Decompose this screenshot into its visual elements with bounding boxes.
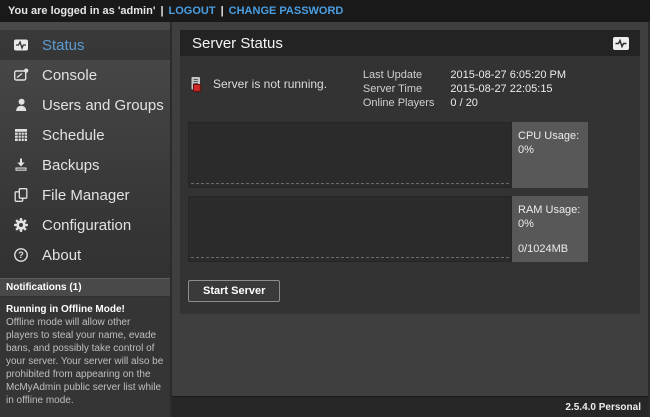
status-panel: Server Status [172,22,648,396]
ram-usage-value: 0% [518,218,582,232]
sidebar-item-status[interactable]: Status [0,30,170,60]
cpu-usage-chart [188,122,512,188]
start-server-button[interactable]: Start Server [188,280,280,302]
sidebar-item-label: Schedule [42,127,105,144]
question-circle-icon: ? [13,247,29,263]
ram-usage-box: RAM Usage: 0% 0/1024MB [512,196,588,262]
sidebar-item-label: Configuration [42,217,131,234]
status-pulse-icon [13,37,29,53]
ram-usage-row: RAM Usage: 0% 0/1024MB [188,196,632,262]
ram-usage-detail: 0/1024MB [518,243,582,257]
separator: | [155,5,168,17]
status-pulse-icon [612,36,630,51]
server-status-card: Server Status [180,30,640,314]
top-bar: You are logged in as 'admin' | LOGOUT | … [0,0,650,22]
card-body: Server is not running. Last Update 2015-… [180,56,640,314]
sidebar-item-about[interactable]: ? About [0,240,170,270]
ram-usage-label: RAM Usage: [518,204,582,218]
sidebar-item-file-manager[interactable]: File Manager [0,180,170,210]
sidebar-item-label: Users and Groups [42,97,164,114]
status-row: Server is not running. Last Update 2015-… [188,68,632,110]
notifications-panel: Notifications (1) Running in Offline Mod… [0,278,170,417]
sidebar-item-users-and-groups[interactable]: Users and Groups [0,90,170,120]
info-row: Last Update 2015-08-27 6:05:20 PM [363,68,566,82]
sidebar-item-label: File Manager [42,187,130,204]
notifications-header: Notifications (1) [0,278,170,297]
logout-link[interactable]: LOGOUT [169,5,216,17]
cpu-usage-label: CPU Usage: [518,130,582,144]
sidebar-item-console[interactable]: Console [0,60,170,90]
main-area: Server Status [170,22,650,417]
info-value: 0 / 20 [450,96,566,110]
sidebar-item-schedule[interactable]: Schedule [0,120,170,150]
server-info-table: Last Update 2015-08-27 6:05:20 PM Server… [363,68,566,110]
cpu-usage-row: CPU Usage: 0% [188,122,632,188]
cpu-usage-value: 0% [518,144,582,158]
page-title: Server Status [192,35,283,52]
server-stopped-icon [188,76,204,92]
sidebar-item-backups[interactable]: Backups [0,150,170,180]
info-row: Online Players 0 / 20 [363,96,566,110]
cpu-usage-box: CPU Usage: 0% [512,122,588,188]
info-label: Online Players [363,96,451,110]
user-icon [13,97,29,113]
sidebar-item-label: About [42,247,81,264]
status-text: Server is not running. [213,77,327,91]
archive-download-icon [13,157,29,173]
footer-bar: 2.5.4.0 Personal [172,396,648,417]
info-label: Last Update [363,68,451,82]
sidebar: Status Console Users and Groups Schedule [0,22,170,417]
separator: | [216,5,229,17]
console-icon [13,67,29,83]
sidebar-item-label: Console [42,67,97,84]
info-value: 2015-08-27 6:05:20 PM [450,68,566,82]
card-header: Server Status [180,30,640,56]
documents-icon [13,187,29,203]
calendar-grid-icon [13,127,29,143]
change-password-link[interactable]: CHANGE PASSWORD [229,5,344,17]
svg-text:?: ? [18,250,24,260]
logged-in-text: You are logged in as 'admin' [8,5,155,17]
notification-item: Running in Offline Mode! Offline mode wi… [0,297,170,417]
info-value: 2015-08-27 22:05:15 [450,82,566,96]
gear-icon [13,217,29,233]
version-text: 2.5.4.0 Personal [565,402,641,413]
notification-text: Offline mode will allow other players to… [6,316,164,407]
info-row: Server Time 2015-08-27 22:05:15 [363,82,566,96]
sidebar-item-configuration[interactable]: Configuration [0,210,170,240]
sidebar-item-label: Status [42,37,85,54]
server-status-message: Server is not running. [188,76,327,92]
notification-title: Running in Offline Mode! [6,303,164,316]
sidebar-item-label: Backups [42,157,100,174]
app-body: Status Console Users and Groups Schedule [0,22,650,417]
info-label: Server Time [363,82,451,96]
ram-usage-chart [188,196,512,262]
